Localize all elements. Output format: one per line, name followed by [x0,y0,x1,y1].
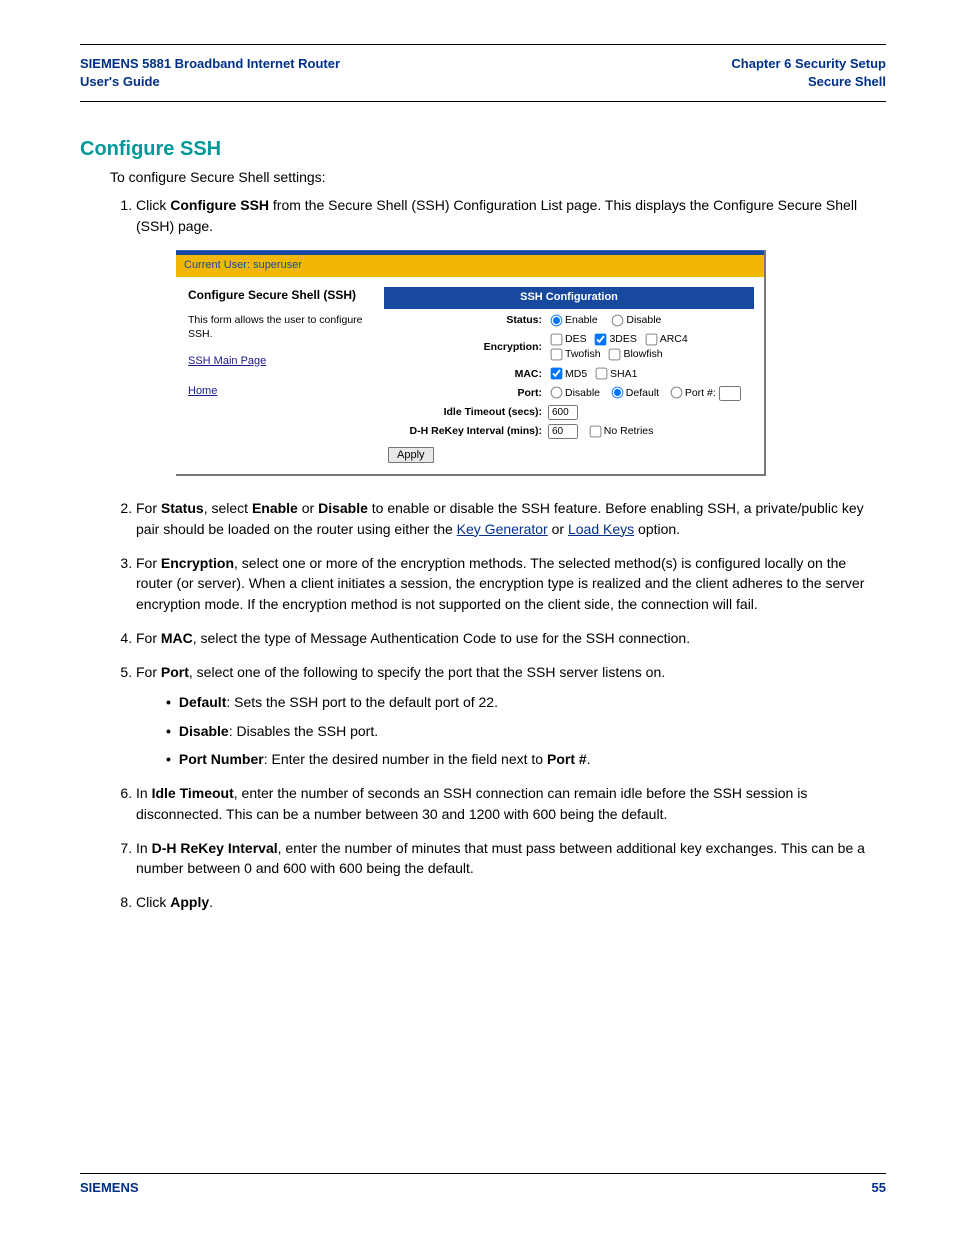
status-enable-radio[interactable] [551,314,563,326]
current-user-bar: Current User: superuser [176,255,764,277]
step-6: In Idle Timeout, enter the number of sec… [136,783,886,824]
step-4: For MAC, select the type of Message Auth… [136,628,886,648]
enc-3des-check[interactable] [595,333,607,345]
page-header: SIEMENS 5881 Broadband Internet Router U… [80,55,886,91]
bullet-port-number: Port Number: Enter the desired number in… [166,749,886,769]
intro-text: To configure Secure Shell settings: [110,169,886,185]
step-5: For Port, select one of the following to… [136,662,886,769]
ssh-config-panel: Current User: superuser Configure Secure… [176,250,766,476]
dh-interval-input[interactable] [548,424,578,439]
bullet-disable: Disable: Disables the SSH port. [166,721,886,741]
status-disable-radio[interactable] [612,314,624,326]
port-label: Port: [384,384,545,403]
port-disable-radio[interactable] [551,387,563,399]
mac-label: MAC: [384,365,545,384]
pane-desc: This form allows the user to configure S… [188,314,372,341]
enc-arc4-check[interactable] [645,333,657,345]
port-default-radio[interactable] [611,387,623,399]
page-footer: SIEMENS 55 [80,1173,886,1195]
idle-timeout-input[interactable] [548,405,578,420]
dh-label: D-H ReKey Interval (mins): [384,422,545,441]
link-load-keys[interactable]: Load Keys [568,521,634,537]
port-num-input[interactable] [719,386,741,401]
mac-md5-check[interactable] [551,368,563,380]
step-2: For Status, select Enable or Disable to … [136,498,886,539]
enc-blowfish-check[interactable] [609,349,621,361]
pane-title: Configure Secure Shell (SSH) [188,287,372,304]
link-home[interactable]: Home [188,384,372,400]
apply-button[interactable]: Apply [388,447,434,463]
no-retries-check[interactable] [589,426,601,438]
idle-label: Idle Timeout (secs): [384,403,545,422]
header-left-1: SIEMENS 5881 Broadband Internet Router [80,55,340,73]
step-8: Click Apply. [136,892,886,912]
header-left-2: User's Guide [80,73,340,91]
mac-sha1-check[interactable] [596,368,608,380]
header-right-1: Chapter 6 Security Setup [731,55,886,73]
step-3: For Encryption, select one or more of th… [136,553,886,614]
encryption-label: Encryption: [384,330,545,364]
steps-list: Click Configure SSH from the Secure Shel… [110,195,886,912]
step-7: In D-H ReKey Interval, enter the number … [136,838,886,879]
enc-twofish-check[interactable] [551,349,563,361]
config-title: SSH Configuration [384,287,754,309]
link-ssh-main[interactable]: SSH Main Page [188,354,372,370]
status-label: Status: [384,311,545,330]
footer-page: 55 [872,1180,886,1195]
header-right-2: Secure Shell [731,73,886,91]
link-key-generator[interactable]: Key Generator [457,521,548,537]
bullet-default: Default: Sets the SSH port to the defaul… [166,692,886,712]
footer-brand: SIEMENS [80,1180,139,1195]
port-num-radio[interactable] [670,387,682,399]
step-1: Click Configure SSH from the Secure Shel… [136,195,886,476]
enc-des-check[interactable] [551,333,563,345]
section-heading: Configure SSH [80,138,886,161]
